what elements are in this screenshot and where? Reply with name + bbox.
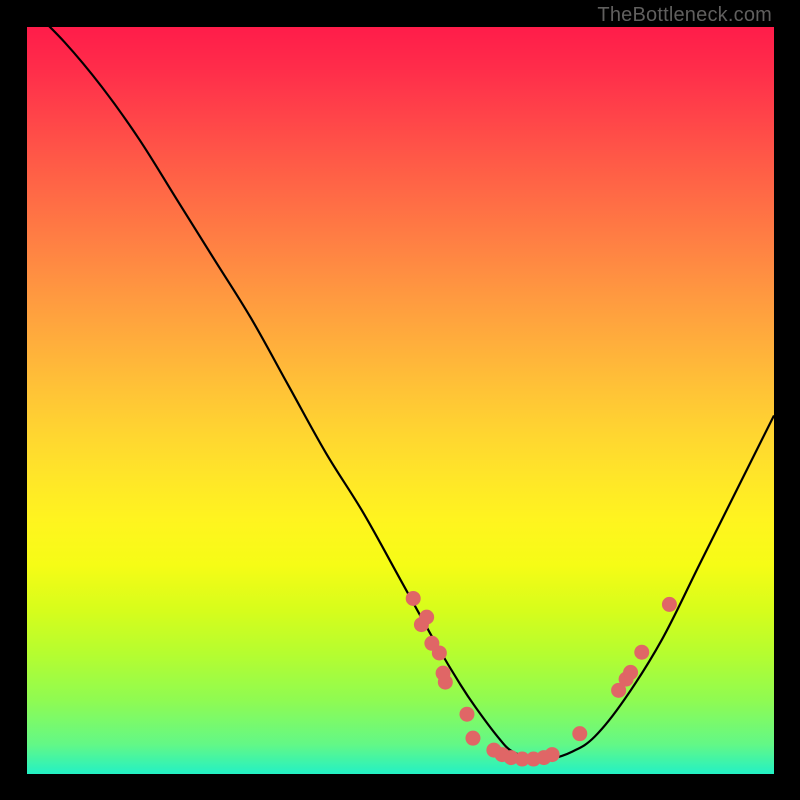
chart-point [432,645,447,660]
chart-points [406,591,677,767]
chart-point [406,591,421,606]
chart-point [572,726,587,741]
bottleneck-curve [27,27,774,760]
chart-frame [27,27,774,774]
chart-point [419,610,434,625]
chart-point [634,645,649,660]
chart-point [623,665,638,680]
attribution-text: TheBottleneck.com [597,4,772,27]
chart-point [459,707,474,722]
chart-point [662,597,677,612]
chart-point [545,747,560,762]
chart-point [438,675,453,690]
chart-point [465,731,480,746]
chart-svg [27,27,774,774]
